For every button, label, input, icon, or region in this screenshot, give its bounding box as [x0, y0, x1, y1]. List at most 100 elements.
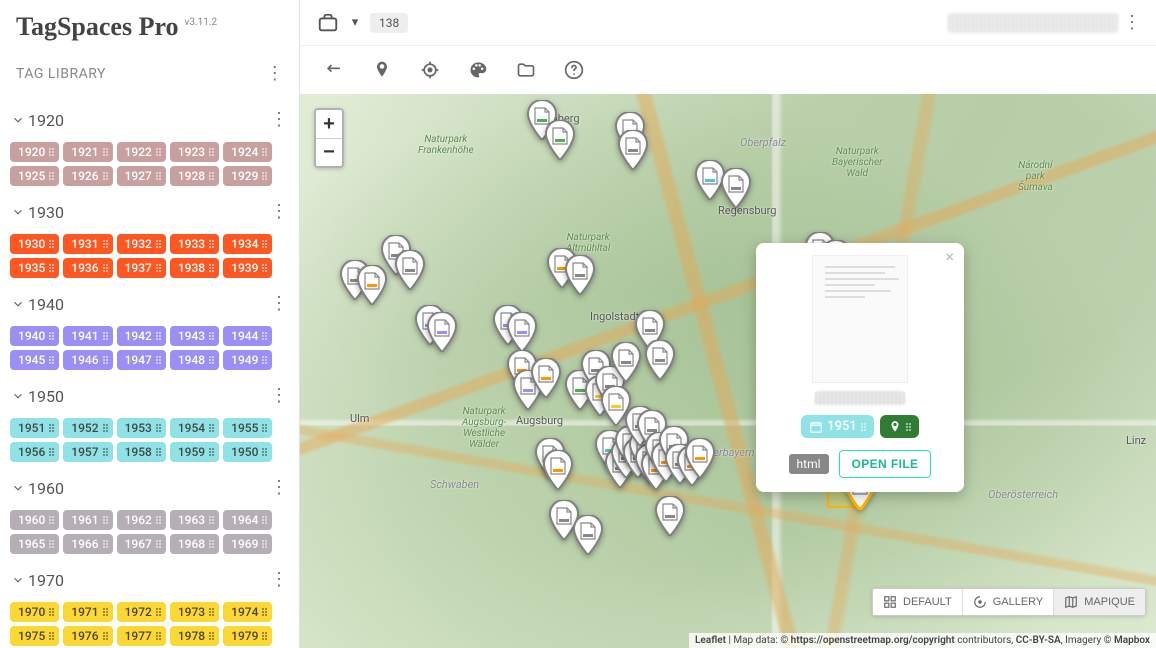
- tag-chip[interactable]: 1922: [117, 142, 166, 162]
- drag-handle-icon[interactable]: [103, 516, 108, 524]
- map-marker[interactable]: [544, 120, 576, 164]
- tag-chip[interactable]: 1935: [10, 258, 59, 278]
- tag-group-header[interactable]: 1940⋮: [0, 286, 299, 322]
- drag-handle-icon[interactable]: [103, 332, 108, 340]
- tag-chip[interactable]: 1923: [170, 142, 219, 162]
- tag-chip[interactable]: 1964: [223, 510, 272, 530]
- tag-chip[interactable]: 1962: [117, 510, 166, 530]
- tag-chip[interactable]: 1972: [117, 602, 166, 622]
- tag-chip[interactable]: 1929: [223, 166, 272, 186]
- map-marker[interactable]: [617, 130, 649, 174]
- tag-chip[interactable]: 1978: [170, 626, 219, 646]
- map-view[interactable]: Nürnberg Regensburg Ingolstadt Augsburg …: [300, 94, 1156, 648]
- tag-chip[interactable]: 1967: [117, 534, 166, 554]
- drag-handle-icon[interactable]: [103, 540, 108, 548]
- tag-chip[interactable]: 1944: [223, 326, 272, 346]
- view-default-button[interactable]: DEFAULT: [873, 589, 962, 615]
- drag-handle-icon[interactable]: [103, 264, 108, 272]
- drag-handle-icon[interactable]: [209, 516, 214, 524]
- drag-handle-icon[interactable]: [103, 356, 108, 364]
- popup-year-tag[interactable]: 1951: [801, 415, 874, 438]
- map-marker[interactable]: [564, 255, 596, 299]
- drag-handle-icon[interactable]: [209, 608, 214, 616]
- tag-chip[interactable]: 1943: [170, 326, 219, 346]
- drag-handle-icon[interactable]: [262, 448, 267, 456]
- drag-handle-icon[interactable]: [861, 423, 866, 431]
- drag-handle-icon[interactable]: [49, 424, 54, 432]
- zoom-in-button[interactable]: +: [316, 110, 342, 138]
- drag-handle-icon[interactable]: [906, 423, 911, 431]
- drag-handle-icon[interactable]: [209, 356, 214, 364]
- drag-handle-icon[interactable]: [156, 172, 161, 180]
- drag-handle-icon[interactable]: [209, 264, 214, 272]
- drag-handle-icon[interactable]: [156, 608, 161, 616]
- drag-handle-icon[interactable]: [49, 264, 54, 272]
- map-marker[interactable]: [684, 438, 716, 482]
- palette-icon[interactable]: [460, 52, 496, 88]
- tag-chip[interactable]: 1926: [63, 166, 112, 186]
- tag-chip[interactable]: 1952: [63, 418, 112, 438]
- tag-chip[interactable]: 1958: [117, 442, 166, 462]
- drag-handle-icon[interactable]: [49, 448, 54, 456]
- back-icon[interactable]: [316, 52, 352, 88]
- view-mapique-button[interactable]: MAPIQUE: [1053, 589, 1145, 615]
- open-file-button[interactable]: OPEN FILE: [839, 450, 932, 478]
- drag-handle-icon[interactable]: [103, 240, 108, 248]
- drag-handle-icon[interactable]: [209, 540, 214, 548]
- drag-handle-icon[interactable]: [262, 148, 267, 156]
- drag-handle-icon[interactable]: [103, 424, 108, 432]
- drag-handle-icon[interactable]: [156, 332, 161, 340]
- drag-handle-icon[interactable]: [209, 632, 214, 640]
- tag-group-header[interactable]: 1930⋮: [0, 194, 299, 230]
- topbar-more-icon[interactable]: ⋮: [1118, 9, 1146, 37]
- tag-chip[interactable]: 1939: [223, 258, 272, 278]
- drag-handle-icon[interactable]: [49, 356, 54, 364]
- map-marker[interactable]: [644, 340, 676, 384]
- tag-chip[interactable]: 1920: [10, 142, 59, 162]
- tag-chip[interactable]: 1931: [63, 234, 112, 254]
- tag-chip[interactable]: 1965: [10, 534, 59, 554]
- tag-library-more-icon[interactable]: ⋮: [261, 60, 289, 88]
- location-picker-icon[interactable]: [310, 5, 346, 41]
- drag-handle-icon[interactable]: [156, 424, 161, 432]
- drag-handle-icon[interactable]: [156, 148, 161, 156]
- tag-group-more-icon[interactable]: ⋮: [265, 198, 293, 226]
- tag-chip[interactable]: 1947: [117, 350, 166, 370]
- tag-chip[interactable]: 1925: [10, 166, 59, 186]
- map-marker[interactable]: [572, 515, 604, 559]
- drag-handle-icon[interactable]: [49, 632, 54, 640]
- locate-icon[interactable]: [412, 52, 448, 88]
- attrib-cc[interactable]: CC-BY-SA: [1016, 635, 1061, 646]
- drag-handle-icon[interactable]: [156, 240, 161, 248]
- drag-handle-icon[interactable]: [262, 264, 267, 272]
- tag-chip[interactable]: 1940: [10, 326, 59, 346]
- drag-handle-icon[interactable]: [49, 608, 54, 616]
- drag-handle-icon[interactable]: [103, 608, 108, 616]
- tag-chip[interactable]: 1973: [170, 602, 219, 622]
- tag-chip[interactable]: 1975: [10, 626, 59, 646]
- map-marker[interactable]: [720, 168, 752, 212]
- tag-chip[interactable]: 1974: [223, 602, 272, 622]
- tag-chip[interactable]: 1970: [10, 602, 59, 622]
- drag-handle-icon[interactable]: [49, 172, 54, 180]
- tag-group-more-icon[interactable]: ⋮: [265, 382, 293, 410]
- drag-handle-icon[interactable]: [156, 448, 161, 456]
- drag-handle-icon[interactable]: [49, 540, 54, 548]
- tag-chip[interactable]: 1930: [10, 234, 59, 254]
- drag-handle-icon[interactable]: [49, 516, 54, 524]
- tag-chip[interactable]: 1938: [170, 258, 219, 278]
- drag-handle-icon[interactable]: [262, 540, 267, 548]
- popup-geo-tag[interactable]: [880, 415, 919, 438]
- tag-group-more-icon[interactable]: ⋮: [265, 474, 293, 502]
- tag-chip[interactable]: 1961: [63, 510, 112, 530]
- drag-handle-icon[interactable]: [49, 240, 54, 248]
- drag-handle-icon[interactable]: [103, 172, 108, 180]
- tag-chip[interactable]: 1924: [223, 142, 272, 162]
- popup-close-icon[interactable]: ×: [945, 249, 954, 265]
- tag-chip[interactable]: 1946: [63, 350, 112, 370]
- drag-handle-icon[interactable]: [262, 516, 267, 524]
- tag-library-list[interactable]: 1920⋮19201921192219231924192519261927192…: [0, 102, 299, 648]
- drag-handle-icon[interactable]: [156, 356, 161, 364]
- drag-handle-icon[interactable]: [262, 356, 267, 364]
- tag-chip[interactable]: 1979: [223, 626, 272, 646]
